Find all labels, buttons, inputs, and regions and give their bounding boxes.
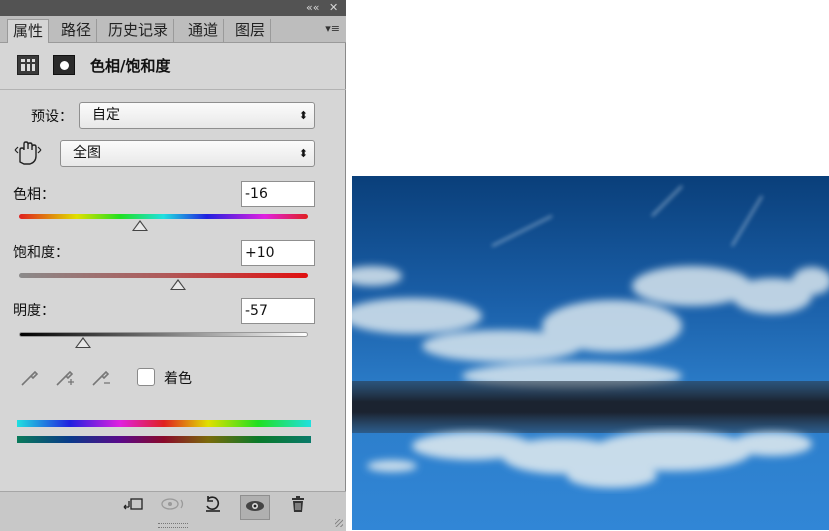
chevron-updown-icon: ⬍ (298, 147, 308, 160)
clip-to-layer-icon[interactable] (118, 495, 148, 520)
eyedropper-add-icon[interactable] (54, 366, 76, 388)
chevron-updown-icon: ⬍ (298, 109, 308, 122)
resize-grip[interactable] (158, 523, 188, 528)
colorize-label: 着色 (164, 371, 192, 387)
tab-paths[interactable]: 路径 (56, 19, 98, 42)
adjustment-header: 色相/饱和度 (0, 43, 346, 90)
collapse-icon[interactable]: «« (306, 1, 319, 15)
layer-mask-icon[interactable] (53, 55, 75, 75)
saturation-slider-thumb[interactable] (169, 279, 186, 290)
trash-icon[interactable] (283, 495, 313, 520)
tab-channels[interactable]: 通道 (183, 19, 225, 42)
panel-tabs: 属性 路径 历史记录 通道 图层 ▾≡ (0, 16, 346, 43)
channel-select[interactable]: 全图 ⬍ (60, 140, 315, 167)
input-color-spectrum (17, 420, 311, 427)
lightness-slider-thumb[interactable] (74, 337, 91, 348)
panel-topbar: «« ✕ (0, 0, 346, 16)
hue-slider-thumb[interactable] (132, 220, 149, 231)
close-icon[interactable]: ✕ (329, 1, 338, 15)
eyedropper-subtract-icon[interactable] (90, 366, 112, 388)
eyedropper-icon[interactable] (19, 366, 41, 388)
properties-panel: «« ✕ 属性 路径 历史记录 通道 图层 ▾≡ 色相/饱和度 预设： 自定 ⬍… (0, 0, 346, 531)
adjustment-layer-icon (17, 55, 39, 75)
hue-label: 色相： (13, 187, 55, 203)
preset-label: 预设： (31, 109, 73, 125)
on-image-adjust-hand-icon[interactable] (14, 140, 42, 166)
saturation-label: 饱和度： (13, 245, 69, 261)
preset-select[interactable]: 自定 ⬍ (79, 102, 315, 129)
visibility-preview-icon[interactable] (158, 495, 188, 520)
panel-title: 色相/饱和度 (90, 57, 171, 75)
reset-icon[interactable] (198, 495, 228, 520)
lightness-slider-track[interactable] (19, 332, 308, 337)
hue-input[interactable]: -16 (241, 181, 315, 207)
sky-photo (352, 176, 829, 530)
tab-history[interactable]: 历史记录 (103, 19, 175, 42)
colorize-checkbox[interactable] (137, 368, 155, 386)
saturation-slider-track[interactable] (19, 273, 308, 278)
preset-value: 自定 (92, 107, 120, 123)
tab-layers[interactable]: 图层 (230, 19, 272, 42)
lightness-label: 明度： (13, 303, 55, 319)
tab-properties[interactable]: 属性 (7, 19, 50, 43)
eye-icon[interactable] (240, 495, 270, 520)
panel-menu-icon[interactable]: ▾≡ (325, 22, 340, 35)
channel-value: 全图 (73, 145, 101, 161)
lightness-input[interactable]: -57 (241, 298, 315, 324)
panel-footer (0, 491, 346, 531)
corner-grip[interactable] (335, 519, 343, 527)
output-color-spectrum (17, 436, 311, 443)
hue-slider-track[interactable] (19, 214, 308, 219)
saturation-input[interactable]: +10 (241, 240, 315, 266)
